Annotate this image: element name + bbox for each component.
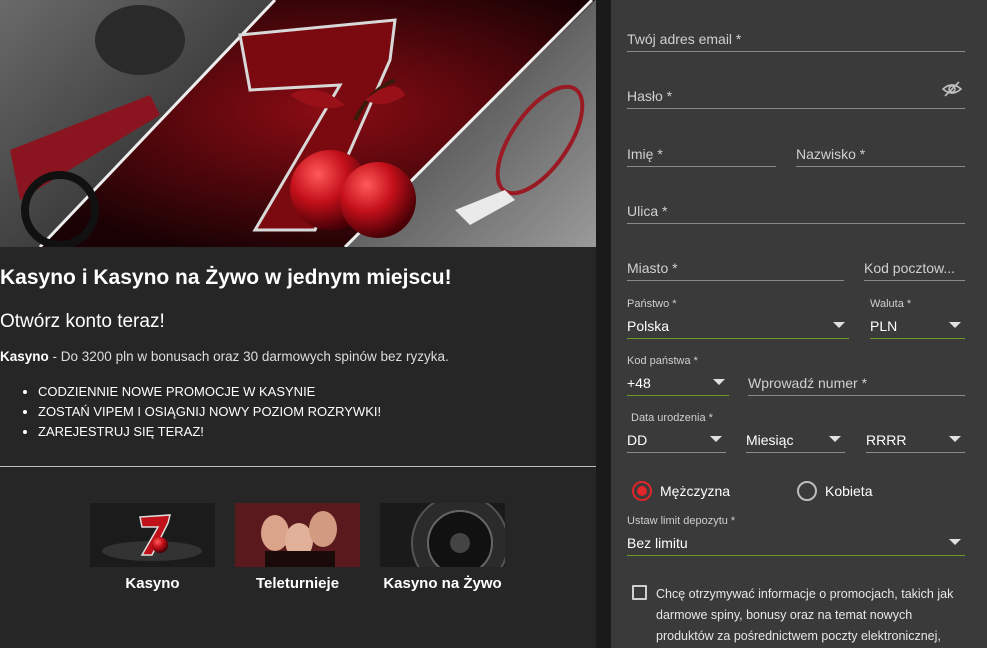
country-value: Polska bbox=[627, 318, 670, 334]
teleturnieje-thumbnail bbox=[235, 503, 360, 567]
city-field[interactable]: Miasto * bbox=[627, 257, 844, 281]
first-name-placeholder: Imię * bbox=[627, 146, 663, 162]
dob-month-value: Miesiąc bbox=[746, 432, 794, 448]
card-kasyno-na-zywo[interactable]: Kasyno na Żywo bbox=[380, 503, 505, 592]
deposit-limit-label: Ustaw limit depozytu * bbox=[627, 515, 736, 527]
email-placeholder: Twój adres email * bbox=[627, 31, 742, 47]
postcode-placeholder: Kod pocztow... bbox=[864, 260, 956, 276]
chevron-down-icon bbox=[949, 539, 961, 545]
marketing-checkbox[interactable] bbox=[632, 585, 647, 600]
section-divider bbox=[0, 466, 596, 467]
chevron-down-icon bbox=[710, 436, 722, 442]
chevron-down-icon bbox=[949, 436, 961, 442]
phone-placeholder: Wprowadź numer * bbox=[748, 375, 868, 391]
bullet-item: CODZIENNIE NOWE PROMOCJE W KASYNIE bbox=[38, 382, 381, 402]
promo-description: Kasyno - Do 3200 pln w bonusach oraz 30 … bbox=[0, 349, 449, 364]
desc-text: - Do 3200 pln w bonusach oraz 30 darmowy… bbox=[48, 349, 449, 364]
card-teleturnieje[interactable]: Teleturnieje bbox=[235, 503, 360, 592]
card-label: Teleturnieje bbox=[255, 575, 340, 592]
street-placeholder: Ulica * bbox=[627, 203, 668, 219]
currency-value: PLN bbox=[870, 318, 898, 334]
city-placeholder: Miasto * bbox=[627, 260, 678, 276]
dob-year-select[interactable]: RRRR bbox=[866, 428, 965, 453]
promo-title: Kasyno i Kasyno na Żywo w jednym miejscu… bbox=[0, 266, 452, 289]
promo-bullets: CODZIENNIE NOWE PROMOCJE W KASYNIE ZOSTA… bbox=[38, 382, 381, 442]
promo-subtitle: Otwórz konto teraz! bbox=[0, 311, 165, 332]
dob-month-select[interactable]: Miesiąc bbox=[746, 428, 845, 453]
dob-year-value: RRRR bbox=[866, 432, 907, 448]
chevron-down-icon bbox=[713, 379, 725, 385]
dial-code-label: Kod państwa * bbox=[627, 355, 698, 367]
kasyno-thumbnail bbox=[90, 503, 215, 567]
promo-panel: Kasyno i Kasyno na Żywo w jednym miejscu… bbox=[0, 0, 596, 648]
panel-gap bbox=[596, 0, 611, 648]
chevron-down-icon bbox=[829, 436, 841, 442]
chevron-down-icon bbox=[833, 322, 845, 328]
password-field[interactable]: Hasło * bbox=[627, 85, 965, 109]
email-field[interactable]: Twój adres email * bbox=[627, 28, 965, 52]
registration-form: Twój adres email * Hasło * Imię * Nazwis… bbox=[611, 0, 987, 648]
marketing-consent-text: Chcę otrzymywać informacje o promocjach,… bbox=[656, 587, 954, 643]
country-label: Państwo * bbox=[627, 298, 677, 310]
deposit-limit-select[interactable]: Ustaw limit depozytu * Bez limitu bbox=[627, 515, 965, 556]
desc-brand: Kasyno bbox=[0, 349, 49, 364]
hero-image bbox=[0, 0, 596, 247]
street-field[interactable]: Ulica * bbox=[627, 200, 965, 224]
bullet-item: ZAREJESTRUJ SIĘ TERAZ! bbox=[38, 422, 381, 442]
dob-day-select[interactable]: DD bbox=[627, 428, 726, 453]
gender-female-label: Kobieta bbox=[825, 483, 873, 499]
last-name-field[interactable]: Nazwisko * bbox=[796, 143, 965, 167]
kasyno-na-zywo-thumbnail bbox=[380, 503, 505, 567]
currency-label: Waluta * bbox=[870, 298, 912, 310]
dob-day-value: DD bbox=[627, 432, 648, 448]
country-select[interactable]: Państwo * Polska bbox=[627, 298, 849, 339]
gender-male-label: Mężczyzna bbox=[660, 483, 731, 499]
dob-label: Data urodzenia * bbox=[631, 412, 713, 424]
bullet-item: ZOSTAŃ VIPEM I OSIĄGNIJ NOWY POZIOM ROZR… bbox=[38, 402, 381, 422]
dial-code-value: +48 bbox=[627, 375, 651, 391]
deposit-limit-value: Bez limitu bbox=[627, 535, 688, 551]
dial-code-select[interactable]: Kod państwa * +48 bbox=[627, 355, 729, 396]
password-placeholder: Hasło * bbox=[627, 88, 673, 104]
radio-selected-icon bbox=[632, 481, 652, 501]
hide-password-icon[interactable] bbox=[942, 80, 962, 98]
currency-select[interactable]: Waluta * PLN bbox=[870, 298, 965, 339]
phone-field[interactable]: Wprowadź numer * bbox=[748, 372, 965, 396]
chevron-down-icon bbox=[949, 322, 961, 328]
card-label: Kasyno bbox=[125, 575, 180, 592]
card-label: Kasyno na Żywo bbox=[383, 575, 502, 592]
card-kasyno[interactable]: Kasyno bbox=[90, 503, 215, 592]
hero-banner bbox=[0, 0, 596, 247]
first-name-field[interactable]: Imię * bbox=[627, 143, 776, 167]
postcode-field[interactable]: Kod pocztow... bbox=[864, 257, 965, 281]
radio-unselected-icon bbox=[797, 481, 817, 501]
last-name-placeholder: Nazwisko * bbox=[796, 146, 866, 162]
